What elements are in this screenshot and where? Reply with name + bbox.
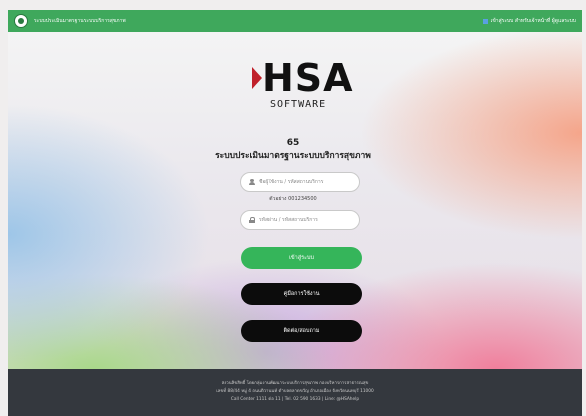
top-navbar: ระบบประเมินมาตรฐานระบบบริการสุขภาพ เข้าส…	[8, 10, 582, 32]
password-input[interactable]	[259, 217, 349, 223]
username-hint: ตัวอย่าง 001234500	[269, 196, 317, 202]
contact-button[interactable]: ติดต่อ/สอบถาม	[241, 320, 362, 342]
user-manual-button[interactable]: คู่มือการใช้งาน	[241, 283, 362, 305]
logo-main-text: HSA	[262, 56, 354, 100]
login-link-icon	[482, 18, 488, 24]
navbar-login-link[interactable]: เข้าสู่ระบบ สำหรับเจ้าหน้าที่ ผู้ดูแลระบ…	[482, 17, 576, 25]
footer-line-2: เลขที่ 88/44 หมู่ 4 ถนนติวานนท์ ตำบลตลาด…	[216, 389, 374, 394]
user-icon	[249, 179, 255, 185]
navbar-title[interactable]: ระบบประเมินมาตรฐานระบบบริการสุขภาพ	[34, 17, 126, 25]
hsa-software-logo: HSA SOFTWARE	[248, 55, 353, 125]
username-input[interactable]	[259, 179, 349, 185]
login-button[interactable]: เข้าสู่ระบบ	[241, 247, 362, 269]
lock-icon	[249, 217, 255, 223]
footer-line-3: Call Center 1111 ต่อ 11 | Tel. 02 590 16…	[230, 397, 360, 402]
navbar-login-link-label[interactable]: เข้าสู่ระบบ สำหรับเจ้าหน้าที่ ผู้ดูแลระบ…	[491, 17, 576, 25]
footer-line-1: สงวนลิขสิทธิ์ โดยกลุ่มงานพัฒนาระบบบริการ…	[221, 381, 369, 386]
system-title: ระบบประเมินมาตรฐานระบบบริการสุขภาพ	[215, 151, 371, 161]
password-field[interactable]	[240, 210, 360, 230]
logo-arrow-icon	[252, 67, 262, 89]
logo-sub-text: SOFTWARE	[270, 99, 327, 110]
username-field[interactable]	[240, 172, 360, 192]
version-number: 65	[286, 138, 300, 148]
ministry-seal-icon	[14, 14, 28, 28]
page-footer: สงวนลิขสิทธิ์ โดยกลุ่มงานพัฒนาระบบบริการ…	[8, 369, 582, 416]
